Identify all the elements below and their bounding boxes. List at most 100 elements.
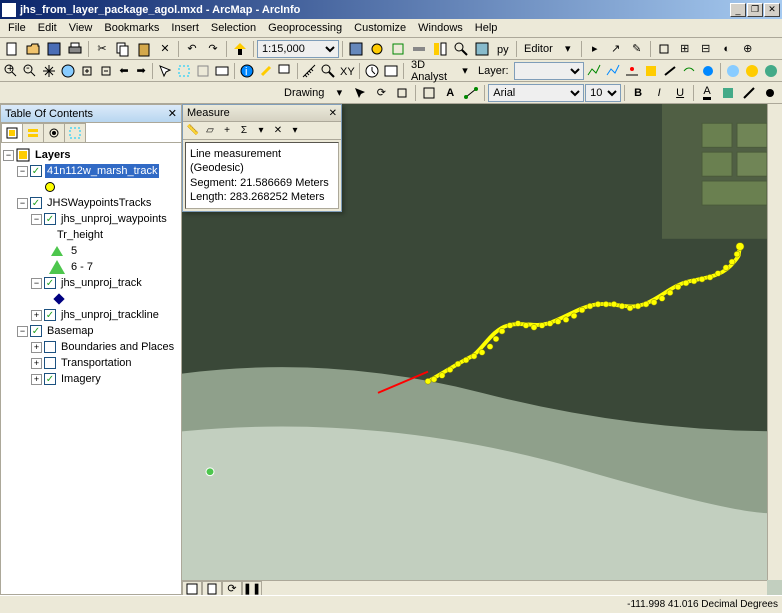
catalog-button[interactable] xyxy=(430,39,450,59)
expand-icon[interactable]: + xyxy=(31,358,42,369)
layer-boundaries[interactable]: + Boundaries and Places xyxy=(3,339,179,355)
editor-toolbar-button[interactable] xyxy=(346,39,366,59)
analyst3d-tool-3[interactable] xyxy=(623,61,641,81)
layer-transportation[interactable]: + Transportation xyxy=(3,355,179,371)
goto-xy-button[interactable]: XY xyxy=(338,61,356,81)
layer-group-waypoints-tracks[interactable]: − JHSWaypointsTracks xyxy=(3,195,179,211)
menu-help[interactable]: Help xyxy=(469,20,504,36)
close-button[interactable]: ✕ xyxy=(764,3,780,17)
find-button[interactable] xyxy=(319,61,337,81)
measure-close-button[interactable]: ✕ xyxy=(329,108,337,119)
add-data-button[interactable] xyxy=(230,39,250,59)
select-elements-button[interactable] xyxy=(156,61,174,81)
minimize-button[interactable]: _ xyxy=(730,3,746,17)
draw-text-button[interactable]: A xyxy=(440,83,460,103)
data-view-tab[interactable] xyxy=(182,581,202,595)
zoom-out-button[interactable]: - xyxy=(21,61,39,81)
pause-button[interactable]: ❚❚ xyxy=(242,581,262,595)
measure-type-button[interactable]: ▾ xyxy=(287,123,303,139)
expand-icon[interactable]: − xyxy=(3,150,14,161)
edit-tool-8[interactable]: ⊕ xyxy=(738,39,758,59)
measure-units-button[interactable]: ▾ xyxy=(253,123,269,139)
expand-icon[interactable]: − xyxy=(17,326,28,337)
menu-customize[interactable]: Customize xyxy=(348,20,412,36)
measure-sum-button[interactable]: Σ xyxy=(236,123,252,139)
edit-tool-3[interactable]: ✎ xyxy=(627,39,647,59)
clear-selection-button[interactable] xyxy=(194,61,212,81)
measure-area-button[interactable]: ▱ xyxy=(202,123,218,139)
layer-label[interactable]: jhs_unproj_track xyxy=(59,276,144,290)
edit-tool-4[interactable] xyxy=(654,39,674,59)
fixed-zoom-in-button[interactable] xyxy=(78,61,96,81)
layer-label[interactable]: Imagery xyxy=(59,372,103,386)
open-button[interactable] xyxy=(23,39,43,59)
arccatalog-button[interactable] xyxy=(724,61,742,81)
layer-trackline[interactable]: + jhs_unproj_trackline xyxy=(3,307,179,323)
html-popup-button[interactable] xyxy=(276,61,294,81)
full-extent-button[interactable] xyxy=(59,61,77,81)
layer-checkbox[interactable] xyxy=(44,357,56,369)
layer-imagery[interactable]: + Imagery xyxy=(3,371,179,387)
create-viewer-button[interactable] xyxy=(382,61,400,81)
analyst3d-tool-5[interactable] xyxy=(661,61,679,81)
fixed-zoom-out-button[interactable] xyxy=(97,61,115,81)
layer-checkbox[interactable] xyxy=(30,197,42,209)
edit-tool-6[interactable]: ⊟ xyxy=(696,39,716,59)
italic-button[interactable]: I xyxy=(649,83,669,103)
refresh-button[interactable]: ⟳ xyxy=(222,581,242,595)
prev-extent-button[interactable]: ⬅ xyxy=(116,61,132,81)
expand-icon[interactable]: + xyxy=(31,374,42,385)
expand-icon[interactable]: − xyxy=(31,278,42,289)
layer-checkbox[interactable] xyxy=(30,325,42,337)
toc-tab-selection[interactable] xyxy=(64,123,86,142)
map-scrollbar-horizontal[interactable]: ⟳ ❚❚ xyxy=(182,580,767,595)
menu-edit[interactable]: Edit xyxy=(32,20,63,36)
cut-button[interactable]: ✂ xyxy=(92,39,112,59)
fontsize-combo[interactable]: 10 xyxy=(585,84,621,102)
measure-clear-button[interactable]: ✕ xyxy=(270,123,286,139)
maximize-button[interactable]: ❐ xyxy=(747,3,763,17)
layer-checkbox[interactable] xyxy=(44,277,56,289)
analyst3d-dropdown[interactable]: ▾ xyxy=(457,61,473,81)
menu-file[interactable]: File xyxy=(2,20,32,36)
menu-view[interactable]: View xyxy=(63,20,99,36)
layer-track[interactable]: − jhs_unproj_track xyxy=(3,275,179,291)
layer-basemap[interactable]: − Basemap xyxy=(3,323,179,339)
font-color-button[interactable]: A xyxy=(697,83,717,103)
python-button[interactable]: py xyxy=(493,39,513,59)
toolbar-btn-3[interactable] xyxy=(409,39,429,59)
measure-window[interactable]: Measure ✕ 📏 ▱ + Σ ▾ ✕ ▾ Line measurement… xyxy=(182,104,342,212)
marker-color-button[interactable] xyxy=(760,83,780,103)
bold-button[interactable]: B xyxy=(628,83,648,103)
layer-label[interactable]: 41n112w_marsh_track xyxy=(45,164,159,178)
next-extent-button[interactable]: ➡ xyxy=(133,61,149,81)
edit-tool-5[interactable]: ⊞ xyxy=(675,39,695,59)
arcscene-button[interactable] xyxy=(743,61,761,81)
pan-button[interactable] xyxy=(40,61,58,81)
layer-label[interactable]: Transportation xyxy=(59,356,134,370)
measure-button[interactable] xyxy=(300,61,318,81)
identify-button[interactable]: i xyxy=(238,61,256,81)
toc-tab-source[interactable] xyxy=(22,123,44,142)
toc-tab-visibility[interactable] xyxy=(43,123,65,142)
menu-windows[interactable]: Windows xyxy=(412,20,469,36)
draw-edit-vertices-button[interactable] xyxy=(461,83,481,103)
analyst3d-tool-7[interactable] xyxy=(699,61,717,81)
delete-button[interactable]: ✕ xyxy=(155,39,175,59)
layer-checkbox[interactable] xyxy=(44,341,56,353)
toolbar-btn-2[interactable] xyxy=(388,39,408,59)
map-view[interactable]: Measure ✕ 📏 ▱ + Σ ▾ ✕ ▾ Line measurement… xyxy=(182,104,782,595)
expand-icon[interactable]: + xyxy=(31,310,42,321)
edit-tool-2[interactable]: ↗ xyxy=(606,39,626,59)
analyst3d-tool-4[interactable] xyxy=(642,61,660,81)
copy-button[interactable] xyxy=(113,39,133,59)
fill-color-button[interactable] xyxy=(718,83,738,103)
underline-button[interactable]: U xyxy=(670,83,690,103)
search-button[interactable] xyxy=(451,39,471,59)
edit-tool-1[interactable]: ▸ xyxy=(585,39,605,59)
redo-button[interactable]: ↷ xyxy=(203,39,223,59)
menu-bookmarks[interactable]: Bookmarks xyxy=(98,20,165,36)
font-combo[interactable]: Arial xyxy=(488,84,584,102)
drawing-dropdown[interactable]: ▾ xyxy=(329,83,349,103)
layer-label[interactable]: Boundaries and Places xyxy=(59,340,176,354)
